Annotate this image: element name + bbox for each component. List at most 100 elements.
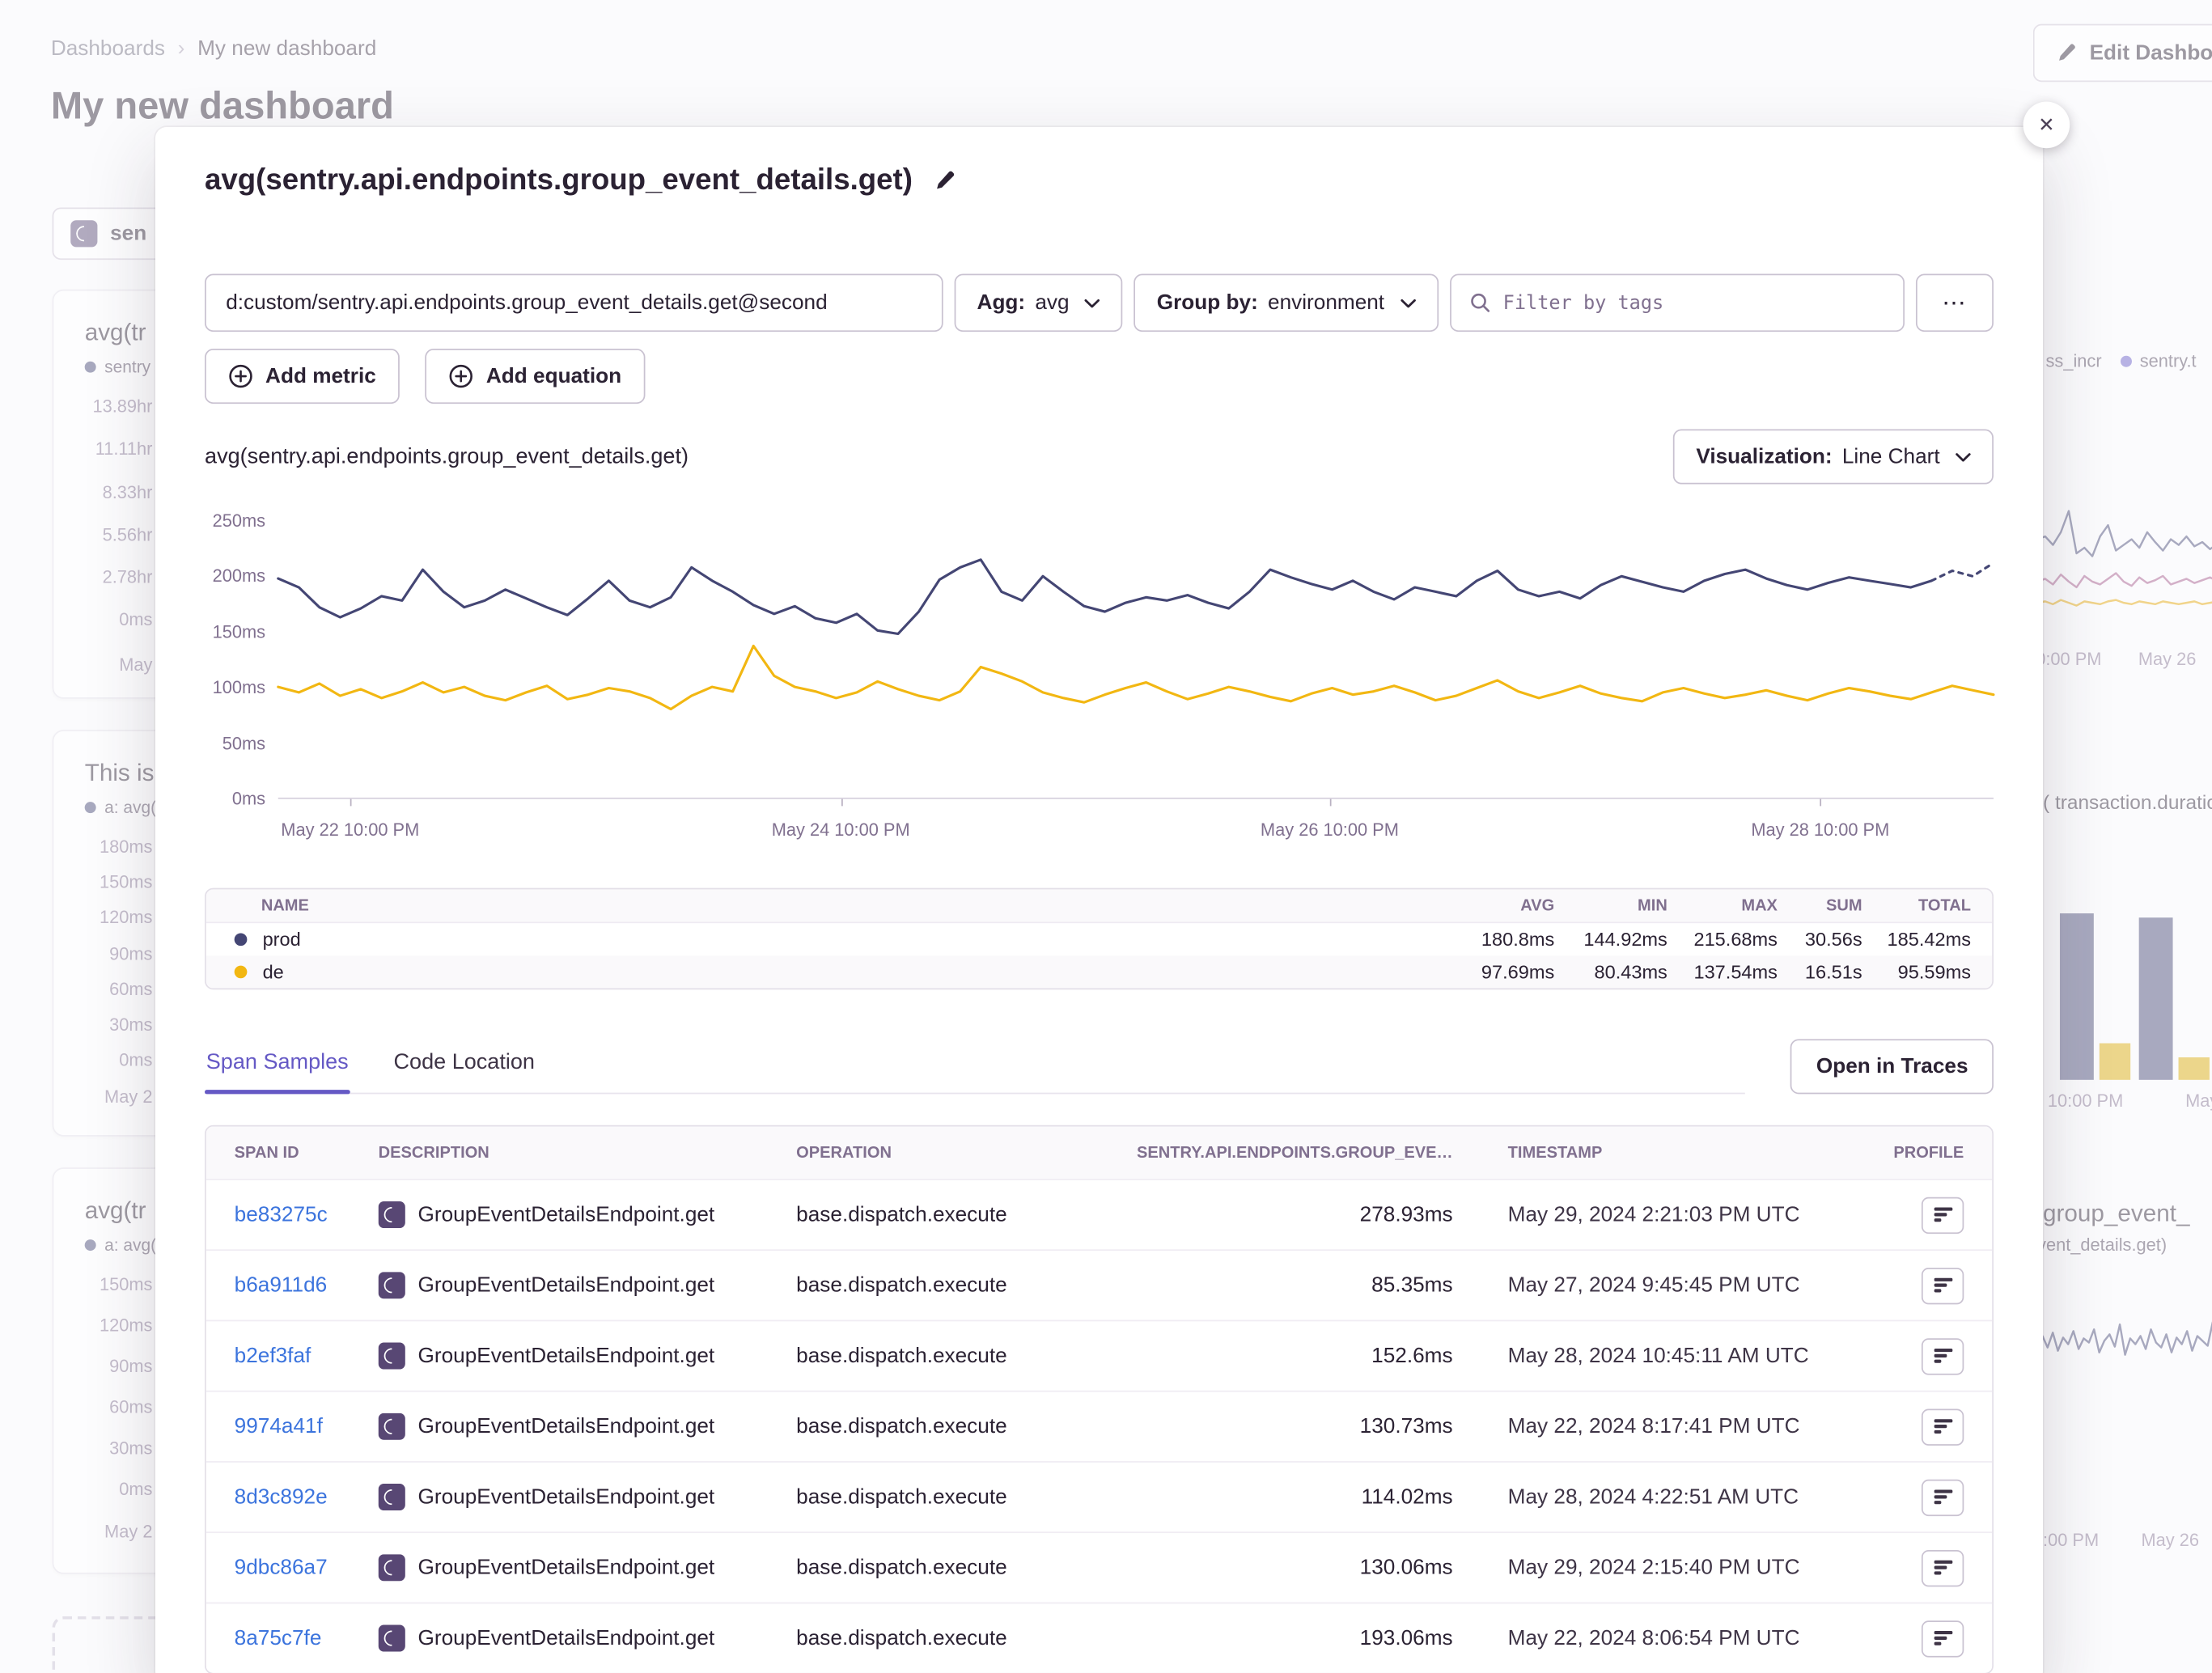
plus-circle-icon bbox=[229, 364, 253, 388]
description-text: GroupEventDetailsEndpoint.get bbox=[418, 1556, 715, 1580]
span-description: GroupEventDetailsEndpoint.get bbox=[379, 1342, 797, 1369]
table-row: b2ef3fafGroupEventDetailsEndpoint.getbas… bbox=[206, 1320, 1992, 1391]
series-summary-table: NAME AVG MIN MAX SUM TOTAL prod180.8ms14… bbox=[205, 888, 1994, 990]
span-timestamp: May 22, 2024 8:17:41 PM UTC bbox=[1453, 1414, 1879, 1438]
summary-value: 215.68ms bbox=[1667, 929, 1778, 950]
samples-header-row: SPAN ID DESCRIPTION OPERATION SENTRY.API… bbox=[206, 1127, 1992, 1180]
summary-value: 137.54ms bbox=[1667, 961, 1778, 982]
profile-cell bbox=[1879, 1479, 1964, 1515]
description-text: GroupEventDetailsEndpoint.get bbox=[418, 1414, 715, 1438]
group-by-select[interactable]: Group by: environment bbox=[1134, 274, 1439, 332]
overflow-menu-button[interactable]: ⋯ bbox=[1916, 274, 1994, 332]
summary-value: 30.56s bbox=[1778, 929, 1862, 950]
metric-query-input[interactable] bbox=[205, 274, 943, 332]
tag-filter-input[interactable] bbox=[1503, 291, 1885, 314]
table-row: 9974a41f GroupEventDetailsEndpoint.get bas… bbox=[206, 1391, 1992, 1461]
span-timestamp: May 27, 2024 9:45:45 PM UTC bbox=[1453, 1273, 1879, 1298]
open-in-traces-button[interactable]: Open in Traces bbox=[1790, 1038, 1993, 1093]
span-description: GroupEventDetailsEndpoint.get bbox=[379, 1413, 797, 1440]
span-id-link[interactable]: b6a911d6 bbox=[235, 1273, 379, 1298]
profile-button[interactable] bbox=[1922, 1479, 1964, 1515]
summary-value: 180.8ms bbox=[1413, 929, 1555, 950]
span-operation: base.dispatch.execute bbox=[796, 1414, 1086, 1438]
profile-button[interactable] bbox=[1922, 1620, 1964, 1656]
chart-x-axis: May 22 10:00 PMMay 24 10:00 PMMay 26 10:… bbox=[278, 820, 1994, 854]
sentry-arc bbox=[381, 1416, 403, 1438]
profile-button[interactable] bbox=[1922, 1337, 1964, 1374]
span-id-link[interactable]: 8d3c892e bbox=[235, 1485, 379, 1510]
plus-circle-icon bbox=[450, 364, 474, 388]
span-description: GroupEventDetailsEndpoint.get bbox=[379, 1624, 797, 1651]
profile-button[interactable] bbox=[1922, 1408, 1964, 1445]
span-id-link[interactable]: b2ef3faf bbox=[235, 1344, 379, 1368]
sentry-arc bbox=[381, 1627, 403, 1649]
profile-button[interactable] bbox=[1922, 1549, 1964, 1586]
span-timestamp: May 22, 2024 8:06:54 PM UTC bbox=[1453, 1626, 1879, 1650]
profile-cell bbox=[1879, 1197, 1964, 1233]
y-axis-label: 50ms bbox=[222, 734, 265, 753]
sentry-logo-icon bbox=[379, 1201, 405, 1228]
x-axis-label: May 28 10:00 PM bbox=[1751, 820, 1889, 840]
summary-header-row: NAME AVG MIN MAX SUM TOTAL bbox=[206, 889, 1992, 923]
summary-value: 16.51s bbox=[1778, 961, 1862, 982]
add-metric-button[interactable]: Add metric bbox=[205, 349, 400, 404]
table-row: 9dbc86a7GroupEventDetailsEndpoint.getbas… bbox=[206, 1531, 1992, 1602]
sample-tabs: Span Samples Code Location bbox=[205, 1038, 1746, 1095]
tab-code-location[interactable]: Code Location bbox=[392, 1038, 536, 1093]
screen: Dashboards › My new dashboard My new das… bbox=[0, 0, 2212, 1673]
edit-title-button[interactable] bbox=[934, 169, 956, 192]
span-duration: 278.93ms bbox=[1086, 1203, 1453, 1227]
span-operation: base.dispatch.execute bbox=[796, 1344, 1086, 1368]
x-tick-mark bbox=[1820, 799, 1822, 807]
span-description: GroupEventDetailsEndpoint.get bbox=[379, 1484, 797, 1510]
span-samples-table: SPAN ID DESCRIPTION OPERATION SENTRY.API… bbox=[205, 1125, 1994, 1673]
span-timestamp: May 28, 2024 10:45:11 AM UTC bbox=[1453, 1344, 1879, 1368]
span-id-link[interactable]: 9974a41f bbox=[235, 1414, 379, 1438]
y-axis-label: 250ms bbox=[213, 511, 265, 531]
span-timestamp: May 29, 2024 2:21:03 PM UTC bbox=[1453, 1203, 1879, 1227]
summary-value: 95.59ms bbox=[1862, 961, 1971, 982]
span-timestamp: May 29, 2024 2:15:40 PM UTC bbox=[1453, 1556, 1879, 1580]
series-color-dot bbox=[235, 966, 248, 979]
span-duration: 114.02ms bbox=[1086, 1485, 1453, 1510]
span-id-link[interactable]: be83275c bbox=[235, 1203, 379, 1227]
profile-button[interactable] bbox=[1922, 1197, 1964, 1233]
summary-value: 97.69ms bbox=[1413, 961, 1555, 982]
span-description: GroupEventDetailsEndpoint.get bbox=[379, 1554, 797, 1581]
series-color-dot bbox=[235, 933, 248, 946]
table-row: 8d3c892eGroupEventDetailsEndpoint.getbas… bbox=[206, 1461, 1992, 1531]
metric-details-modal: avg(sentry.api.endpoints.group_event_det… bbox=[155, 127, 2043, 1673]
visualization-select[interactable]: Visualization: Line Chart bbox=[1673, 429, 1993, 484]
span-description: GroupEventDetailsEndpoint.get bbox=[379, 1201, 797, 1228]
sentry-logo-icon bbox=[379, 1342, 405, 1369]
search-icon bbox=[1469, 292, 1490, 313]
sentry-arc bbox=[381, 1345, 403, 1366]
chart-plot-area bbox=[278, 521, 1994, 799]
x-tick-mark bbox=[841, 799, 842, 807]
span-timestamp: May 28, 2024 4:22:51 AM UTC bbox=[1453, 1485, 1879, 1510]
summary-row: de97.69ms80.43ms137.54ms16.51s95.59ms bbox=[206, 955, 1992, 988]
close-modal-button[interactable]: ✕ bbox=[2023, 102, 2070, 149]
span-duration: 130.73ms bbox=[1086, 1414, 1453, 1438]
sentry-arc bbox=[381, 1204, 403, 1226]
add-equation-button[interactable]: Add equation bbox=[426, 349, 646, 404]
close-icon: ✕ bbox=[2038, 113, 2054, 138]
x-tick-mark bbox=[350, 799, 352, 807]
table-row: be83275cGroupEventDetailsEndpoint.getbas… bbox=[206, 1179, 1992, 1249]
tab-span-samples[interactable]: Span Samples bbox=[205, 1038, 350, 1093]
sentry-logo-icon bbox=[379, 1413, 405, 1440]
span-id-link[interactable]: 8a75c7fe bbox=[235, 1626, 379, 1650]
y-axis-label: 0ms bbox=[232, 789, 265, 808]
sentry-logo-icon bbox=[379, 1624, 405, 1651]
y-axis-label: 200ms bbox=[213, 566, 265, 586]
span-id-link[interactable]: 9dbc86a7 bbox=[235, 1556, 379, 1580]
span-duration: 193.06ms bbox=[1086, 1626, 1453, 1650]
series-label: prod bbox=[263, 929, 301, 950]
description-text: GroupEventDetailsEndpoint.get bbox=[418, 1485, 715, 1510]
profile-cell bbox=[1879, 1549, 1964, 1586]
span-duration: 130.06ms bbox=[1086, 1556, 1453, 1580]
chevron-down-icon bbox=[1400, 299, 1415, 307]
agg-select[interactable]: Agg: avg bbox=[955, 274, 1123, 332]
profile-button[interactable] bbox=[1922, 1267, 1964, 1303]
table-row: b6a911d6GroupEventDetailsEndpoint.getbas… bbox=[206, 1249, 1992, 1319]
